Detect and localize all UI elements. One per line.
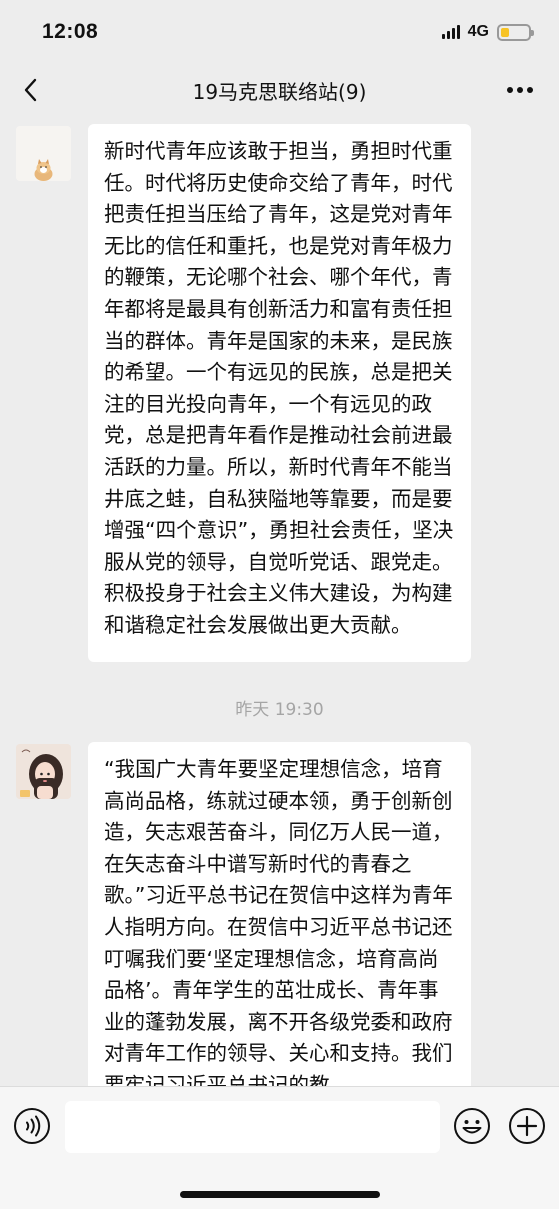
input-bar bbox=[0, 1086, 559, 1209]
chat-title: 19马克思联络站(9) bbox=[192, 79, 367, 104]
status-bar: 12:08 4G bbox=[0, 0, 559, 64]
network-type: 4G bbox=[467, 23, 489, 40]
dog-avatar-icon bbox=[16, 126, 71, 181]
battery-level bbox=[501, 27, 509, 37]
nav-bar: 19马克思联络站(9) bbox=[0, 64, 559, 116]
chevron-left-icon[interactable] bbox=[18, 75, 46, 105]
message-input[interactable] bbox=[65, 1101, 440, 1153]
battery-icon bbox=[497, 23, 534, 41]
message-bubble[interactable]: 新时代青年应该敢于担当，勇担时代重任。时代将历史使命交给了青年，时代把责任担当压… bbox=[88, 124, 471, 662]
voice-icon[interactable] bbox=[13, 1107, 51, 1145]
signal-icon bbox=[441, 25, 460, 39]
message-timestamp: 昨天 19:30 bbox=[235, 700, 324, 720]
home-indicator[interactable] bbox=[180, 1191, 380, 1198]
plus-icon[interactable] bbox=[508, 1107, 546, 1145]
girl-avatar-icon bbox=[16, 744, 71, 799]
chat-area[interactable]: 新时代青年应该敢于担当，勇担时代重任。时代将历史使命交给了青年，时代把责任担当压… bbox=[0, 116, 559, 1086]
status-time: 12:08 bbox=[42, 20, 99, 43]
avatar[interactable] bbox=[16, 744, 71, 799]
status-indicators: 4G bbox=[441, 23, 534, 41]
emoji-icon[interactable] bbox=[453, 1107, 491, 1145]
more-dots-icon[interactable] bbox=[507, 78, 537, 102]
message-bubble[interactable]: “我国广大青年要坚定理想信念，培育高尚品格，练就过硬本领，勇于创新创造，矢志艰苦… bbox=[88, 742, 471, 1086]
avatar[interactable] bbox=[16, 126, 71, 181]
